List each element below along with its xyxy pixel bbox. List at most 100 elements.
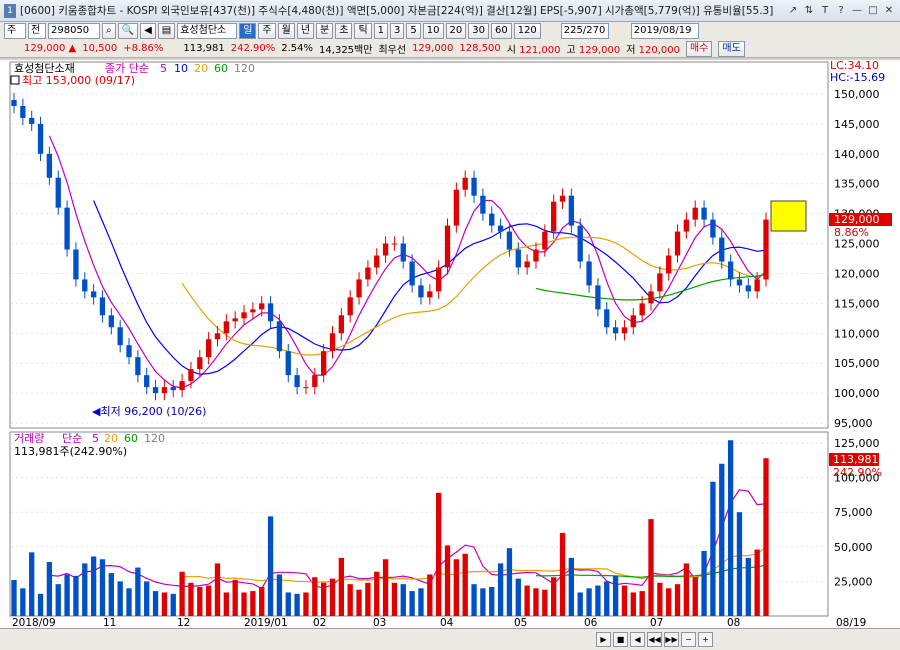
candle-body (294, 375, 300, 388)
minute-60[interactable]: 60 (490, 23, 512, 39)
highlight-box[interactable] (770, 200, 807, 232)
market-sub-select[interactable]: 전 (28, 23, 46, 39)
period-year[interactable]: 년 (296, 23, 315, 39)
candle-body (250, 309, 256, 313)
price-y-tick: 145,000 (834, 118, 880, 131)
volume-bar (436, 492, 442, 616)
volume-bar (29, 552, 35, 616)
toolbar: 주 전 298050 ⌕ 🔍 ◀ ▤ 효성첨단소 일 주 월 년 분 초 틱 1… (0, 22, 900, 40)
candle-body (99, 297, 106, 316)
minute-1[interactable]: 1 (373, 23, 389, 39)
market-select[interactable]: 주 (4, 23, 26, 39)
play-button[interactable]: ▶ (596, 632, 611, 647)
candle-body (135, 357, 141, 376)
period-day[interactable]: 일 (239, 23, 257, 39)
help-icon[interactable]: ? (834, 4, 848, 18)
link-icon[interactable]: ↗ (786, 4, 800, 18)
candle-body (568, 195, 575, 226)
candle-body (46, 153, 53, 178)
volume-bar (188, 582, 194, 616)
candle-body (400, 243, 406, 262)
minute-20[interactable]: 20 (445, 23, 467, 39)
minute-10[interactable]: 10 (422, 23, 444, 39)
chart-area[interactable]: 150,000145,000140,000135,000130,000125,0… (0, 59, 900, 628)
candle-body (480, 195, 486, 214)
candle-body (489, 213, 495, 226)
volume-bar (241, 592, 247, 616)
volume-bar (267, 516, 274, 616)
speaker-icon[interactable]: ◀ (140, 23, 156, 39)
text-icon[interactable]: T (818, 4, 832, 18)
minute-5[interactable]: 5 (406, 23, 421, 39)
period-second[interactable]: 초 (335, 23, 353, 39)
candle-body (356, 279, 362, 298)
volume-bar (471, 584, 477, 616)
volume-bar (259, 586, 265, 616)
period-minute[interactable]: 분 (316, 23, 334, 39)
min-label: ◀최저 96,200 (10/26) (92, 405, 206, 418)
search-icon[interactable]: ⌕ (102, 23, 116, 39)
candle-body (710, 219, 716, 238)
volume-bar (683, 563, 690, 616)
volume-bar (409, 591, 415, 616)
volume-bar (320, 582, 327, 616)
date-input[interactable]: 2019/08/19 (630, 23, 699, 39)
sell-button[interactable]: 매도 (718, 40, 745, 57)
prev-button[interactable]: ◀ (630, 632, 645, 647)
stock-code-input[interactable]: 298050 (48, 23, 100, 39)
minimize-button[interactable]: — (850, 4, 864, 18)
candle-body (303, 387, 309, 389)
candle-body (551, 201, 557, 232)
volume-bar (303, 592, 309, 616)
volume-bar (604, 581, 610, 616)
price-change-pct: +8.86% (123, 43, 164, 54)
minute-3[interactable]: 3 (390, 23, 405, 39)
period-month[interactable]: 월 (277, 23, 295, 39)
minute-30[interactable]: 30 (468, 23, 489, 39)
stop-button[interactable]: ■ (613, 632, 628, 647)
chart-svg[interactable]: 150,000145,000140,000135,000130,000125,0… (0, 59, 900, 628)
candle-body (462, 177, 468, 190)
last-button[interactable]: ▶▶ (664, 632, 679, 647)
candle-body (497, 225, 504, 232)
sort-icon[interactable]: ⇅ (802, 4, 816, 18)
zoom-in-button[interactable]: + (698, 632, 713, 647)
ma-5-label: 5 (160, 62, 167, 75)
candle-body (763, 219, 769, 280)
volume-bar (462, 553, 468, 616)
candle-body (329, 333, 336, 352)
period-week[interactable]: 주 (258, 23, 276, 39)
buy-button[interactable]: 매수 (686, 40, 713, 57)
price-panel-frame (9, 61, 829, 429)
candle-body (701, 207, 707, 220)
max-label: 최고 153,000 (09/17) (22, 74, 135, 87)
ma-10-label: 10 (174, 62, 188, 75)
volume-bar (692, 577, 698, 616)
candle-body (73, 249, 79, 280)
list-icon[interactable]: ▤ (157, 23, 176, 39)
bar-count-input[interactable]: 225/270 (560, 23, 609, 39)
volume-indicator-label: 단순 (62, 432, 82, 445)
low-price: 저 120,000 (626, 45, 681, 56)
zoom-icon[interactable]: 🔍 (117, 23, 139, 39)
candle-body (604, 309, 610, 328)
candle-body (595, 285, 601, 310)
current-pct-label: 8.86% (834, 226, 869, 239)
close-button[interactable]: ✕ (882, 4, 896, 18)
candle-body (736, 279, 743, 286)
first-button[interactable]: ◀◀ (647, 632, 662, 647)
zoom-out-button[interactable]: − (681, 632, 696, 647)
maximize-button[interactable]: □ (866, 4, 880, 18)
volume-bar (232, 580, 238, 616)
turnover-rate: 2.54% (281, 43, 314, 54)
volume-bar (365, 582, 371, 616)
period-tick[interactable]: 틱 (354, 23, 372, 39)
candle-body (205, 339, 212, 358)
candle-body (152, 387, 159, 394)
minute-120[interactable]: 120 (513, 23, 541, 39)
volume-bar (586, 588, 592, 616)
max-marker (10, 75, 20, 85)
candle-body (515, 249, 521, 268)
volume-bar (99, 559, 106, 616)
vol-ma-5-label: 5 (92, 432, 99, 445)
